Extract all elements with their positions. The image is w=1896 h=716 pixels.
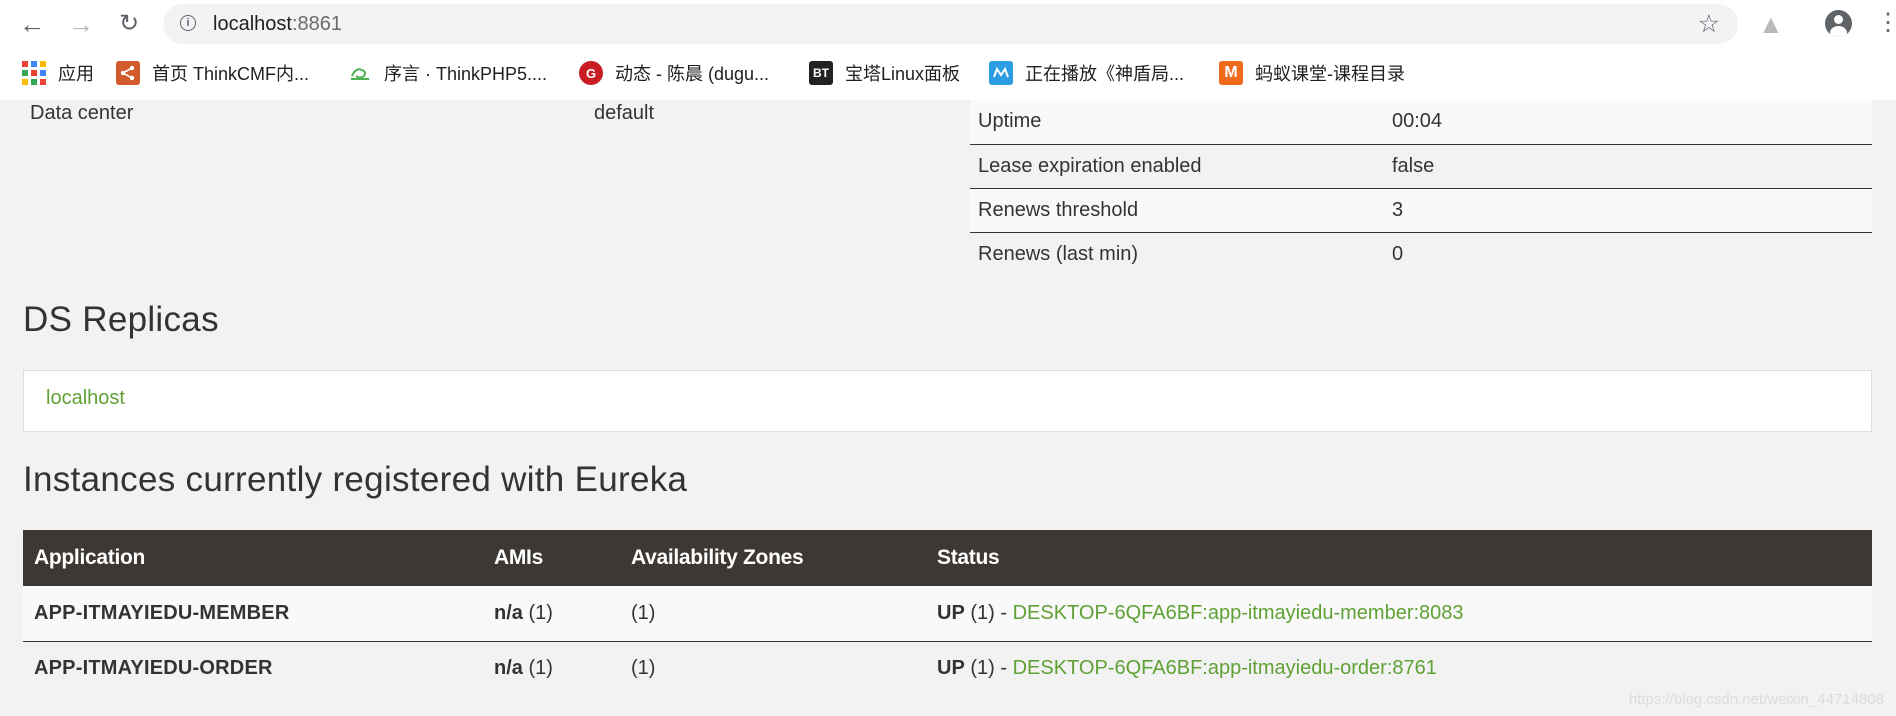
application-name: APP-ITMAYIEDU-MEMBER xyxy=(34,601,290,624)
bookmark-label: 正在播放《神盾局... xyxy=(1025,64,1185,84)
amis-count: (1) xyxy=(528,601,553,624)
apps-grid-icon xyxy=(22,61,46,85)
zones-cell: (1) xyxy=(620,640,926,696)
gitee-icon: G xyxy=(579,61,603,85)
bookmarks-bar: 应用 首页 ThinkCMF内... 序言 · ThinkPHP5.... G … xyxy=(0,48,1896,100)
profile-avatar-icon[interactable] xyxy=(1825,10,1852,37)
watermark-text: https://blog.csdn.net/weixin_44714808 xyxy=(1628,691,1884,708)
stat-value: 00:04 xyxy=(1392,110,1443,133)
browser-menu-icon[interactable]: ⋮ xyxy=(1876,8,1896,38)
address-bar[interactable]: i localhost:8861 ☆ xyxy=(163,4,1738,44)
bookmark-apps[interactable]: 应用 xyxy=(22,60,94,86)
stat-label: Uptime xyxy=(978,110,1042,133)
replicas-heading: DS Replicas xyxy=(23,300,219,339)
amis-cell: n/a (1) xyxy=(483,586,620,641)
table-row: Renews threshold 3 xyxy=(970,187,1872,232)
bookmark-label: 首页 ThinkCMF内... xyxy=(152,64,310,84)
bt-icon: BT xyxy=(809,61,833,85)
browser-toolbar: ← → ↻ i localhost:8861 ☆ ▲ ⋮ xyxy=(0,0,1896,48)
status-count: (1) - xyxy=(970,657,1008,680)
data-center-label: Data center xyxy=(30,102,134,124)
replica-link-localhost[interactable]: localhost xyxy=(46,387,125,410)
thinkcmf-icon xyxy=(116,61,140,85)
video-site-icon xyxy=(989,61,1013,85)
mayi-icon: M xyxy=(1219,61,1243,85)
stat-value: 3 xyxy=(1384,187,1872,232)
url-port: :8861 xyxy=(291,13,342,35)
bookmark-label: 宝塔Linux面板 xyxy=(845,64,961,84)
table-row: Lease expiration enabled false xyxy=(970,143,1872,188)
column-header-application: Application xyxy=(23,530,483,586)
status-cell: UP (1) - DESKTOP-6QFA6BF:app-itmayiedu-m… xyxy=(926,586,1872,641)
status-cell: UP (1) - DESKTOP-6QFA6BF:app-itmayiedu-o… xyxy=(926,640,1872,696)
amis-value: n/a xyxy=(494,657,523,680)
stat-label: Lease expiration enabled xyxy=(970,143,1384,188)
table-row: APP-ITMAYIEDU-ORDER n/a (1) (1) UP (1) -… xyxy=(23,640,1872,696)
url-host: localhost xyxy=(213,13,292,35)
stat-value: 0 xyxy=(1384,231,1872,276)
forward-icon[interactable]: → xyxy=(67,10,95,38)
table-row: Renews (last min) 0 xyxy=(970,231,1872,276)
status-value: UP xyxy=(937,601,965,624)
bookmark-label: 序言 · ThinkPHP5.... xyxy=(384,64,548,84)
data-center-value: default xyxy=(594,102,655,124)
bookmark-gitee[interactable]: G 动态 - 陈晨 (dugu... xyxy=(579,60,769,86)
instance-link[interactable]: DESKTOP-6QFA6BF:app-itmayiedu-member:808… xyxy=(1013,602,1464,624)
url-text[interactable]: localhost:8861 xyxy=(213,13,342,36)
bookmark-star-icon[interactable]: ☆ xyxy=(1698,9,1720,39)
instance-link[interactable]: DESKTOP-6QFA6BF:app-itmayiedu-order:8761 xyxy=(1013,657,1437,679)
table-header-row: Application AMIs Availability Zones Stat… xyxy=(23,530,1872,586)
status-count: (1) - xyxy=(970,601,1008,624)
stat-value: false xyxy=(1384,143,1872,188)
column-header-zones: Availability Zones xyxy=(620,530,926,586)
replicas-panel: localhost xyxy=(23,370,1872,432)
bookmark-bt-panel[interactable]: BT 宝塔Linux面板 xyxy=(809,60,960,86)
back-icon[interactable]: ← xyxy=(18,10,46,38)
amis-count: (1) xyxy=(528,657,553,680)
instances-heading: Instances currently registered with Eure… xyxy=(23,460,688,499)
column-header-status: Status xyxy=(926,530,1872,586)
amis-value: n/a xyxy=(494,601,523,624)
bookmark-label: 应用 xyxy=(58,64,94,84)
stat-label: Renews (last min) xyxy=(970,231,1384,276)
bookmark-thinkphp[interactable]: 序言 · ThinkPHP5.... xyxy=(348,60,547,86)
bookmark-mayi[interactable]: M 蚂蚁课堂-课程目录 xyxy=(1219,60,1405,86)
amis-cell: n/a (1) xyxy=(483,640,620,696)
bookmark-label: 动态 - 陈晨 (dugu... xyxy=(615,64,770,84)
drive-extension-icon[interactable]: ▲ xyxy=(1758,9,1784,40)
bookmark-thinkcmf[interactable]: 首页 ThinkCMF内... xyxy=(116,60,309,86)
eureka-dashboard: Data center default Uptime 00:04 Lease e… xyxy=(0,100,1896,716)
site-info-icon[interactable]: i xyxy=(180,15,196,31)
stat-label: Renews threshold xyxy=(970,187,1384,232)
bookmark-video[interactable]: 正在播放《神盾局... xyxy=(989,60,1184,86)
table-row: APP-ITMAYIEDU-MEMBER n/a (1) (1) UP (1) … xyxy=(23,586,1872,641)
reload-icon[interactable]: ↻ xyxy=(115,10,143,38)
zones-cell: (1) xyxy=(631,601,656,624)
status-value: UP xyxy=(937,657,965,680)
bookmark-label: 蚂蚁课堂-课程目录 xyxy=(1255,64,1405,84)
instances-table: Application AMIs Availability Zones Stat… xyxy=(23,530,1872,696)
thinkphp-icon xyxy=(348,61,372,85)
server-stats-table: Uptime 00:04 Lease expiration enabled fa… xyxy=(970,100,1872,276)
column-header-amis: AMIs xyxy=(483,530,620,586)
table-row: Uptime 00:04 xyxy=(970,100,1872,144)
application-name: APP-ITMAYIEDU-ORDER xyxy=(23,640,483,696)
